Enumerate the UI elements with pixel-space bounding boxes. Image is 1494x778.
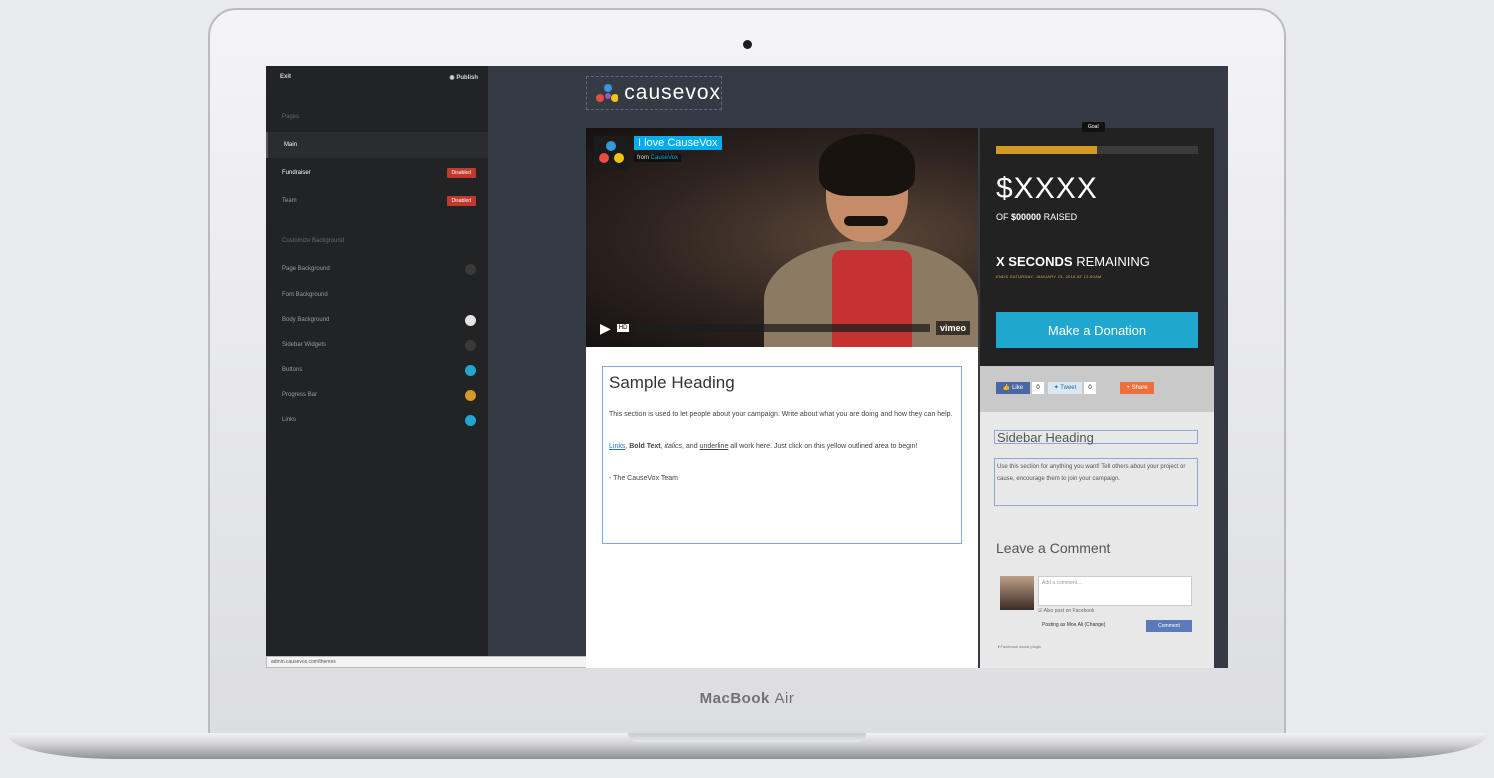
- like-count: 0: [1032, 382, 1044, 394]
- facebook-like-button[interactable]: 👍 Like: [996, 382, 1030, 394]
- posting-as-label: Posting as Moe Ali (Change): [1042, 622, 1106, 628]
- pages-label: Pages: [282, 114, 300, 120]
- causevox-logo-icon: [596, 84, 619, 102]
- status-badge: Disabled: [446, 196, 476, 206]
- customize-body-background[interactable]: Body Background: [266, 307, 488, 333]
- site-logo[interactable]: causevox: [586, 76, 722, 110]
- screen: Exit ◉ Publish Pages Main Fundraiser Disa…: [266, 66, 1228, 668]
- hd-badge[interactable]: HD: [616, 324, 630, 332]
- goal-total: OF $00000 RAISED: [996, 212, 1078, 222]
- share-button[interactable]: + Share: [1120, 382, 1154, 394]
- editor-sidebar: Exit ◉ Publish Pages Main Fundraiser Disa…: [266, 66, 488, 668]
- comments-heading: Leave a Comment: [996, 540, 1111, 556]
- underline-text: underline: [699, 443, 729, 450]
- causevox-logo-icon: [599, 141, 624, 163]
- amount-raised: $XXXX: [996, 172, 1098, 205]
- color-swatch[interactable]: [465, 314, 476, 326]
- main-content: I love CauseVox from CauseVox ▶ HD vimeo…: [586, 128, 978, 668]
- goal-tab[interactable]: Goal: [1082, 122, 1105, 132]
- goal-widget: Goal $XXXX OF $00000 RAISED X SECONDS RE…: [980, 122, 1214, 366]
- video-controls: ▶ HD vimeo: [600, 318, 970, 338]
- video-channel-logo[interactable]: [594, 136, 628, 170]
- customize-page-background[interactable]: Page Background: [266, 256, 488, 282]
- video-author-link[interactable]: CauseVox: [651, 155, 678, 161]
- comment-input[interactable]: Add a comment...: [1038, 576, 1192, 606]
- video-person-hair: [819, 134, 915, 196]
- italic-text: italics: [664, 443, 683, 450]
- customize-font-background[interactable]: Font Background: [266, 282, 488, 308]
- right-sidebar: Goal $XXXX OF $00000 RAISED X SECONDS RE…: [980, 122, 1214, 668]
- content-link[interactable]: Links: [609, 443, 625, 450]
- time-remaining: X SECONDS REMAINING: [996, 254, 1150, 269]
- exit-button[interactable]: Exit: [280, 74, 291, 80]
- customize-links[interactable]: Links: [266, 407, 488, 433]
- customize-buttons[interactable]: Buttons: [266, 357, 488, 383]
- checkbox-icon: ☑: [1038, 608, 1043, 614]
- camera-icon: [743, 40, 752, 49]
- content-paragraph-format: Links, Bold Text, italics, and underline…: [609, 443, 918, 450]
- publish-button[interactable]: ◉ Publish: [449, 74, 478, 81]
- content-paragraph: This section is used to let people about…: [609, 411, 953, 418]
- donate-button[interactable]: Make a Donation: [996, 312, 1198, 348]
- status-badge: Disabled: [446, 168, 476, 178]
- laptop-notch: [628, 733, 866, 742]
- customize-sidebar-widgets[interactable]: Sidebar Widgets: [266, 332, 488, 358]
- plus-icon: +: [1126, 385, 1130, 391]
- content-editable-area[interactable]: Sample Heading This section is used to l…: [602, 366, 962, 544]
- thumbs-up-icon: 👍: [1002, 385, 1011, 391]
- video-person-moustache: [844, 216, 888, 226]
- end-date: ENDS SATURDAY, JANUARY 23, 2016 AT 12:00…: [996, 274, 1102, 279]
- sidebar-item-team[interactable]: Team Disabled: [266, 188, 488, 214]
- twitter-bird-icon: ✦: [1053, 385, 1059, 391]
- goal-progress-bar: [996, 146, 1198, 154]
- vimeo-logo[interactable]: vimeo: [935, 321, 970, 335]
- video-byline: from CauseVox: [634, 154, 682, 162]
- device-brand-label: MacBook Air: [699, 690, 795, 707]
- video-title[interactable]: I love CauseVox: [634, 136, 722, 150]
- facebook-plugin-label: f Facebook social plugin: [998, 644, 1042, 649]
- tweet-count: 0: [1084, 382, 1096, 394]
- sidebar-item-fundraiser[interactable]: Fundraiser Disabled: [266, 160, 488, 186]
- color-swatch[interactable]: [465, 339, 476, 351]
- avatar: [1000, 576, 1034, 610]
- post-on-facebook-checkbox[interactable]: ☑ Also post on Facebook: [1038, 608, 1094, 614]
- play-icon[interactable]: ▶: [600, 320, 611, 337]
- sidebar-topbar: Exit ◉ Publish: [266, 66, 488, 88]
- social-bar: 👍 Like 0 ✦ Tweet 0 + Share: [980, 366, 1214, 412]
- content-heading: Sample Heading: [609, 373, 735, 392]
- logo-text: causevox: [624, 81, 721, 104]
- video-player[interactable]: I love CauseVox from CauseVox ▶ HD vimeo: [586, 128, 978, 347]
- bold-text: Bold Text: [629, 443, 661, 450]
- comment-button[interactable]: Comment: [1146, 620, 1192, 632]
- color-swatch[interactable]: [465, 263, 476, 275]
- sidebar-item-main[interactable]: Main: [266, 132, 488, 158]
- color-swatch[interactable]: [465, 364, 476, 376]
- color-swatch[interactable]: [465, 389, 476, 401]
- sidebar-widget-text[interactable]: Use this section for anything you want! …: [994, 458, 1198, 506]
- status-url: admin.causevox.com/themes: [266, 656, 618, 668]
- customize-heading: Customize Background: [282, 238, 345, 244]
- content-signature: - The CauseVox Team: [609, 475, 679, 482]
- video-progress-bar[interactable]: [635, 324, 930, 332]
- sidebar-widget-heading[interactable]: Sidebar Heading: [994, 430, 1198, 444]
- color-swatch[interactable]: [465, 414, 476, 426]
- customize-progress-bar[interactable]: Progress Bar: [266, 382, 488, 408]
- tweet-button[interactable]: ✦ Tweet: [1048, 382, 1082, 394]
- goal-progress-fill: [996, 146, 1097, 154]
